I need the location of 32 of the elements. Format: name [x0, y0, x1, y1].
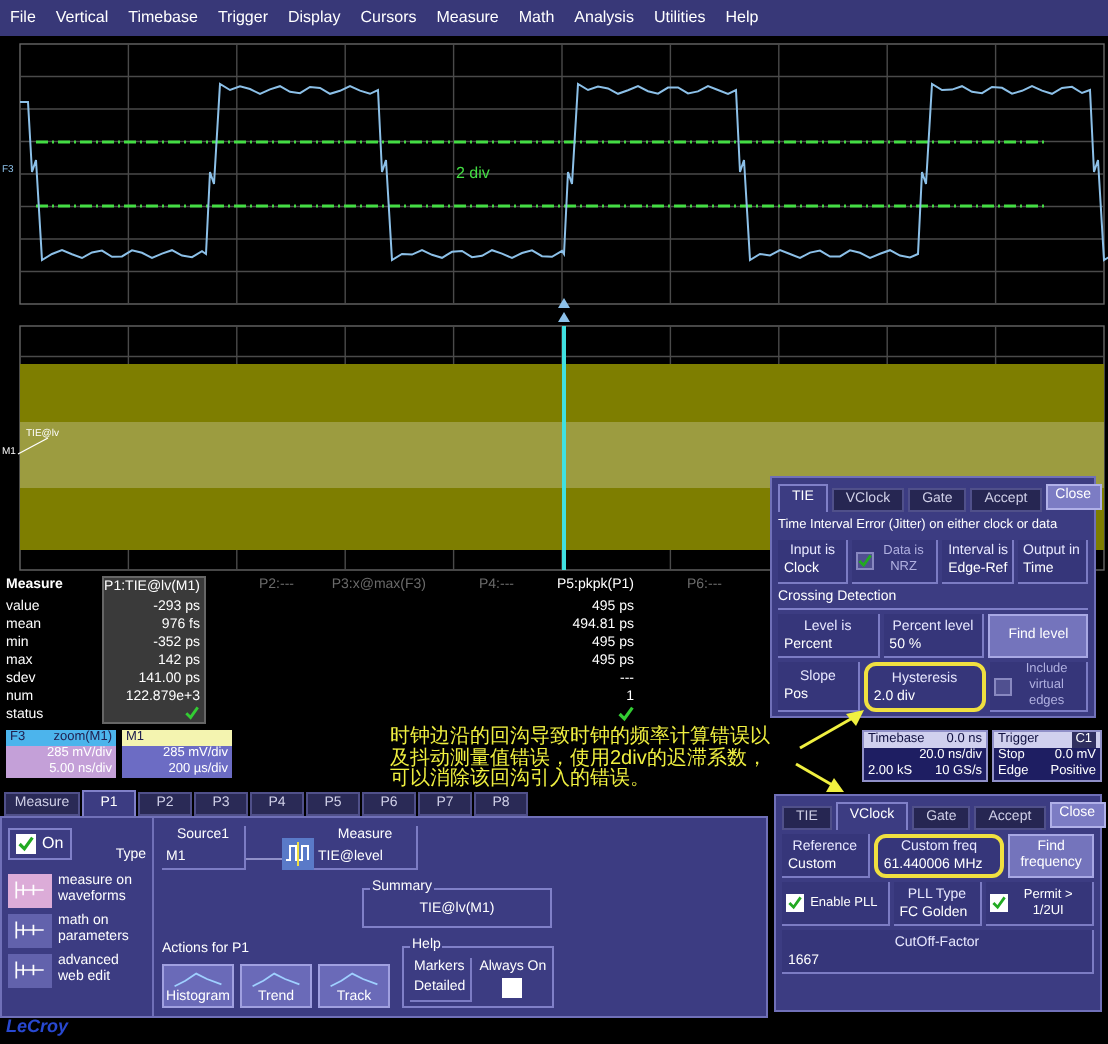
measure-icon[interactable]	[282, 838, 314, 870]
on-toggle[interactable]: On	[8, 828, 72, 860]
menu-item[interactable]: File	[10, 6, 36, 30]
menu-item[interactable]: Math	[518, 6, 555, 30]
menu-item[interactable]: Analysis	[574, 6, 634, 30]
menu-item[interactable]: Measure	[436, 6, 499, 30]
menu-item[interactable]: Cursors	[360, 6, 417, 30]
menu-item[interactable]: Timebase	[128, 6, 198, 30]
chart-icon	[170, 969, 226, 987]
chart-icon	[248, 969, 304, 987]
menu-item[interactable]: Utilities	[653, 6, 706, 30]
check-icon	[788, 896, 802, 910]
chart-icon	[326, 969, 382, 987]
leader-line	[17, 437, 49, 455]
toggle-label: On	[42, 832, 64, 856]
menu-item[interactable]: Vertical	[55, 6, 109, 30]
check-icon	[992, 896, 1007, 910]
checkbox[interactable]	[786, 894, 804, 912]
menu-item[interactable]: Display	[288, 6, 341, 30]
menu-item[interactable]: Help	[725, 6, 759, 30]
division-label: 2 div	[456, 164, 490, 182]
checkbox[interactable]	[16, 834, 36, 854]
annotation-arrow	[799, 710, 864, 750]
checkbox[interactable]	[990, 894, 1009, 912]
trigger-marker-icon	[558, 312, 570, 322]
menu-item[interactable]: Trigger	[217, 6, 268, 30]
brand-logo: LeCroy	[6, 1014, 69, 1041]
annotation-arrow	[795, 762, 844, 792]
trigger-marker-icon	[558, 298, 570, 308]
check-icon	[18, 836, 34, 852]
check-icon	[858, 553, 873, 568]
annotation-note: 时钟边沿的回沟导致时钟的频率计算错误以及抖动测量值错误，使用2div的迟滞系数，可以消除该回沟引入的错误。	[390, 728, 772, 791]
